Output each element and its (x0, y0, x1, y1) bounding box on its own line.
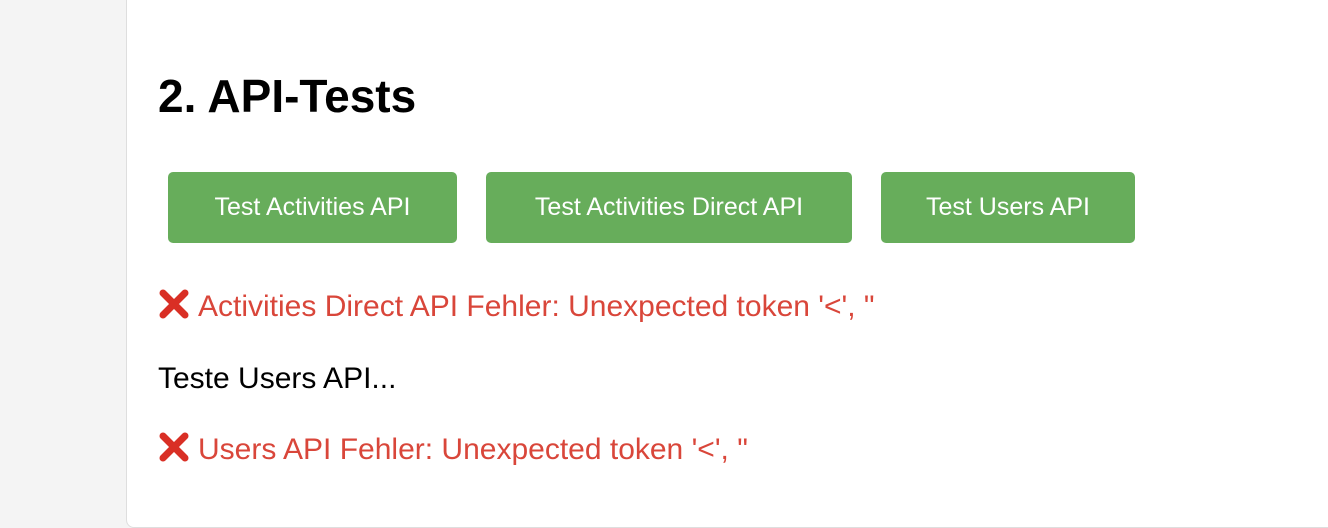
test-users-api-button[interactable]: Test Users API (881, 172, 1135, 243)
log-message-info: Teste Users API... (158, 361, 396, 397)
log-message-text: Users API Fehler: Unexpected token '<', … (198, 433, 748, 466)
test-activities-api-button[interactable]: Test Activities API (168, 172, 457, 243)
cross-mark-icon (158, 431, 190, 463)
log-message-error: Activities Direct API Fehler: Unexpected… (158, 288, 875, 325)
log-message-text: Activities Direct API Fehler: Unexpected… (198, 290, 875, 323)
section-title: 2. API-Tests (158, 70, 417, 122)
log-message-error: Users API Fehler: Unexpected token '<', … (158, 431, 748, 468)
log-message-text: Teste Users API... (158, 362, 397, 395)
cross-mark-icon (158, 288, 190, 320)
test-activities-direct-api-button[interactable]: Test Activities Direct API (486, 172, 852, 243)
